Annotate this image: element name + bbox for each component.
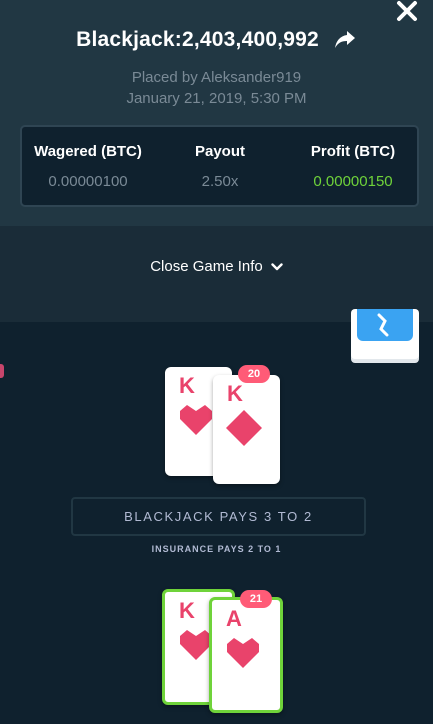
chevron-down-icon <box>271 262 283 270</box>
toggle-label: Close Game Info <box>150 258 263 275</box>
wagered-label: Wagered (BTC) <box>34 143 142 160</box>
card-rank: A <box>226 606 242 631</box>
player-card-2: A <box>209 597 283 713</box>
insurance-pays-text: INSURANCE PAYS 2 TO 1 <box>151 544 282 554</box>
close-game-info-toggle[interactable]: Close Game Info <box>0 258 433 275</box>
share-arrow-icon <box>334 31 355 48</box>
profit-stat: Profit (BTC) 0.00000150 <box>288 143 418 190</box>
card-rank: K <box>179 598 195 623</box>
edge-marker <box>0 364 4 378</box>
deck-card-top <box>351 309 419 359</box>
profit-label: Profit (BTC) <box>310 143 396 160</box>
payout-value: 2.50x <box>201 173 239 190</box>
bet-title: Blackjack:2,403,400,992 <box>76 28 319 51</box>
diamond-icon <box>226 410 262 446</box>
profit-value: 0.00000150 <box>313 173 393 190</box>
card-rank: K <box>227 381 243 406</box>
payout-label: Payout <box>194 143 245 160</box>
deck-pattern-icon <box>377 313 389 337</box>
title-row: Blackjack:2,403,400,992 <box>0 28 433 52</box>
deck-card-face <box>357 309 413 341</box>
placed-by-text: Placed by Aleksander919 <box>131 69 302 86</box>
wagered-value: 0.00000100 <box>48 173 128 190</box>
game-info-modal: Blackjack:2,403,400,992 Placed by Aleksa… <box>0 0 433 724</box>
bet-date: January 21, 2019, 5:30 PM <box>126 90 307 107</box>
payout-stat: Payout 2.50x <box>155 143 285 190</box>
card-deck <box>351 309 419 363</box>
wagered-stat: Wagered (BTC) 0.00000100 <box>23 143 153 190</box>
dealer-card-2: K <box>213 375 280 484</box>
close-icon <box>397 1 417 21</box>
heart-icon <box>180 405 212 435</box>
blackjack-pays-banner: BLACKJACK PAYS 3 TO 2 <box>71 497 366 536</box>
card-rank: K <box>179 373 195 398</box>
game-info-header: Blackjack:2,403,400,992 Placed by Aleksa… <box>0 0 433 226</box>
close-button[interactable] <box>395 0 419 24</box>
heart-icon <box>227 638 259 668</box>
bet-stats-box: Wagered (BTC) 0.00000100 Payout 2.50x Pr… <box>20 125 419 207</box>
player-score-badge: 21 <box>240 590 272 608</box>
dealer-score-badge: 20 <box>238 365 270 383</box>
share-button[interactable] <box>333 28 357 52</box>
